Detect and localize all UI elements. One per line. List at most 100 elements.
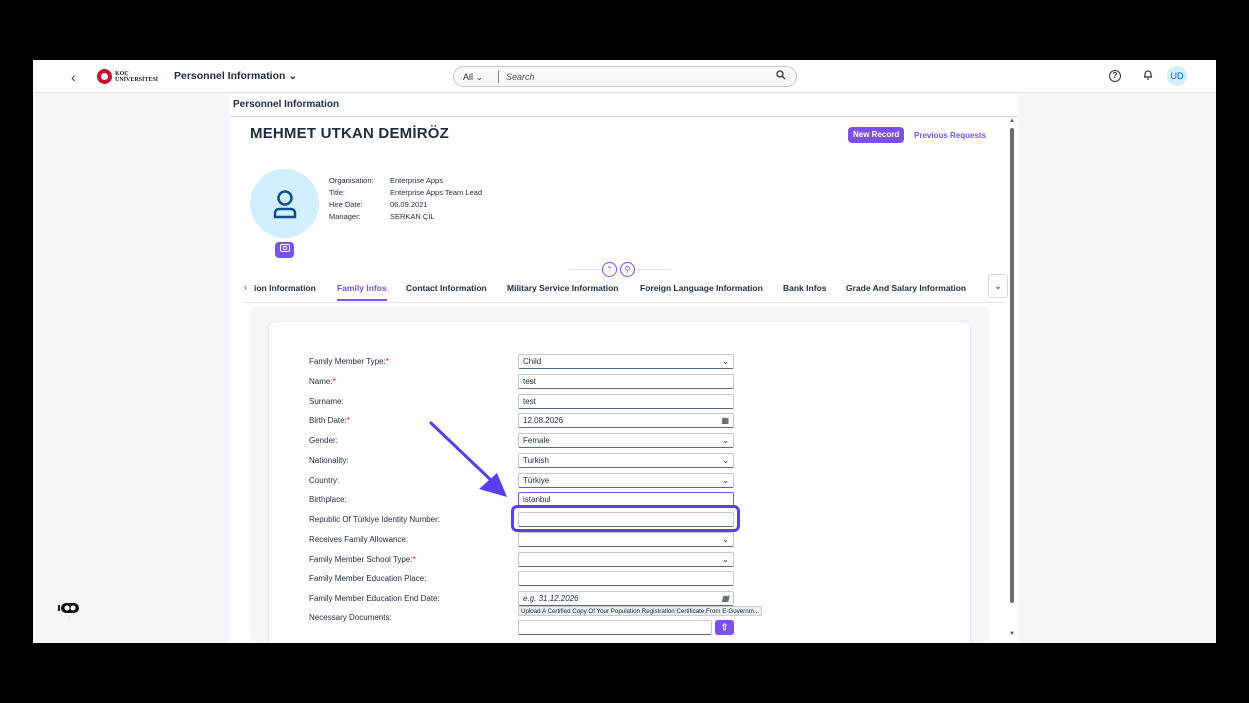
gender-select[interactable]: Female ⌄	[518, 432, 734, 448]
camera-icon[interactable]	[275, 242, 294, 258]
previous-requests-link[interactable]: Previous Requests	[914, 131, 986, 140]
field-label: Family Member Education End Date:	[309, 593, 440, 603]
info-value: Enterprise Apps	[390, 176, 443, 185]
school-type-select[interactable]: ⌄	[518, 551, 734, 567]
form-row: Nationality: Turkish ⌄	[309, 452, 734, 468]
field-value: 12.08.2026	[523, 415, 564, 425]
birth-date-picker[interactable]: 12.08.2026 ▦	[518, 412, 734, 428]
user-avatar[interactable]: UD	[1167, 66, 1187, 86]
family-member-type-select[interactable]: Child ⌄	[518, 353, 734, 369]
tab-education-information[interactable]: ion Information	[254, 283, 316, 293]
chevron-down-icon: ⌄	[722, 455, 729, 465]
employee-name: MEHMET UTKAN DEMİRÖZ	[250, 125, 449, 142]
field-value: Female	[523, 435, 550, 445]
shell-header: ‹ KOÇ ÜNİVERSİTESİ Personnel Information…	[33, 60, 1216, 93]
notification-bell-icon[interactable]	[1143, 69, 1153, 83]
field-label: Surname:	[309, 396, 344, 406]
field-label: Family Member School Type:	[309, 554, 413, 564]
info-label: Organisation:	[329, 176, 374, 185]
page-title: Personnel Information	[233, 99, 340, 110]
form-row: Birth Date:* 12.08.2026 ▦	[309, 412, 734, 428]
info-value: SERKAN ÇİL	[390, 212, 435, 221]
field-label: Republic Of Türkiye Identity Number:	[309, 514, 441, 524]
collapse-header-icon[interactable]: ⌃	[602, 262, 617, 277]
form-row: Gender: Female ⌄	[309, 432, 734, 448]
field-value: test	[523, 376, 536, 386]
assistant-bot-icon[interactable]	[57, 601, 81, 628]
object-page: Personnel Information MEHMET UTKAN DEMİR…	[230, 94, 1018, 643]
required-marker: *	[346, 415, 350, 425]
search-input[interactable]: Search	[499, 72, 776, 82]
info-label: Title:	[329, 188, 345, 197]
search-icon[interactable]	[776, 70, 796, 83]
scroll-up-icon[interactable]: ▲	[1009, 118, 1015, 124]
field-label: Receives Family Allowance:	[309, 534, 409, 544]
chevron-down-icon: ⌄	[722, 435, 729, 445]
form-row: Country: Türkiye ⌄	[309, 472, 734, 488]
chevron-down-icon: ⌄	[722, 534, 729, 544]
upload-hint-badge: Upload A Certified Copy Of Your Populati…	[518, 606, 762, 616]
divider	[244, 302, 1004, 303]
education-end-date-picker[interactable]: e.g. 31.12.2026 ▦	[518, 590, 734, 606]
form-row: Family Member School Type:* ⌄	[309, 551, 734, 567]
tab-overflow-chevron-down-icon[interactable]: ⌄	[988, 274, 1008, 298]
pin-header-icon[interactable]: ⚲	[620, 262, 635, 277]
tab-bar: ‹ ion Information Family Infos Contact I…	[244, 274, 1014, 301]
chevron-down-icon: ⌄	[722, 554, 729, 564]
form-row: Name:* test	[309, 373, 734, 389]
app-title-menu[interactable]: Personnel Information ⌄	[174, 70, 297, 82]
tab-family-infos[interactable]: Family Infos	[337, 283, 387, 301]
field-label: Family Member Type:	[309, 356, 386, 366]
field-value: Turkish	[523, 455, 549, 465]
form-row: Surname: test	[309, 393, 734, 409]
tab-contact-information[interactable]: Contact Information	[406, 283, 487, 293]
company-logo[interactable]: KOÇ ÜNİVERSİTESİ	[97, 69, 158, 84]
surname-input[interactable]: test	[518, 393, 734, 409]
tab-grade-salary[interactable]: Grade And Salary Information	[846, 283, 966, 293]
new-record-button[interactable]: New Record	[848, 127, 905, 143]
back-button[interactable]: ‹	[71, 69, 76, 85]
field-label: Name:	[309, 376, 333, 386]
form-row: Family Member Type:* Child ⌄	[309, 353, 734, 369]
info-value: 06.09.2021	[390, 200, 428, 209]
education-place-input[interactable]	[518, 570, 734, 586]
info-value: Enterprise Apps Team Lead	[390, 188, 483, 197]
logo-mark-icon	[97, 69, 112, 84]
name-input[interactable]: test	[518, 373, 734, 389]
info-label: Manager:	[329, 212, 361, 221]
info-label: Hire Date:	[329, 200, 363, 209]
header-controls: ⌃ ⚲	[602, 262, 635, 277]
field-value: Child	[523, 356, 542, 366]
logo-line-2: ÜNİVERSİTESİ	[115, 76, 159, 83]
document-upload-field[interactable]	[518, 620, 712, 635]
upload-icon[interactable]: ⇧	[715, 620, 734, 635]
calendar-icon[interactable]: ▦	[721, 592, 729, 605]
tab-foreign-language[interactable]: Foreign Language Information	[640, 283, 763, 293]
country-select[interactable]: Türkiye ⌄	[518, 472, 734, 488]
field-label: Family Member Education Place:	[309, 573, 427, 583]
family-form-card: Family Member Type:* Child ⌄ Name:* test …	[269, 322, 970, 643]
search-scope-select[interactable]: All ⌄	[454, 70, 499, 83]
chevron-down-icon: ⌄	[722, 475, 729, 485]
help-icon[interactable]: ?	[1109, 70, 1121, 82]
annotation-highlight-box	[511, 505, 740, 532]
field-value: Türkiye	[523, 475, 550, 485]
form-row: Necessary Documents:	[309, 609, 518, 625]
calendar-icon[interactable]: ▦	[721, 414, 729, 427]
tab-bank-infos[interactable]: Bank Infos	[783, 283, 826, 293]
field-value: test	[523, 396, 536, 406]
form-row: Family Member Education Place:	[309, 570, 734, 586]
scroll-down-icon[interactable]: ▼	[1009, 631, 1015, 637]
search-bar[interactable]: All ⌄ Search	[453, 66, 797, 87]
tab-scroll-left-icon[interactable]: ‹	[244, 282, 247, 292]
tab-military-service[interactable]: Military Service Information	[507, 283, 618, 293]
required-marker: *	[412, 554, 416, 564]
required-marker: *	[385, 356, 389, 366]
nationality-select[interactable]: Turkish ⌄	[518, 452, 734, 468]
form-row: Receives Family Allowance: ⌄	[309, 531, 734, 547]
field-label: Necessary Documents:	[309, 612, 392, 622]
vertical-scrollbar[interactable]: ▲ ▼	[1008, 116, 1016, 643]
chevron-down-icon: ⌄	[722, 356, 729, 366]
family-allowance-select[interactable]: ⌄	[518, 531, 734, 547]
scrollbar-thumb[interactable]	[1010, 128, 1014, 603]
